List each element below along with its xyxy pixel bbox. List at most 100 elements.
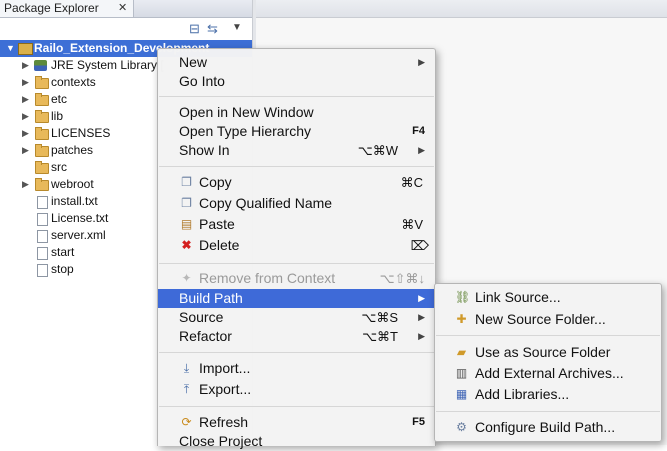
- menu-item-build-path[interactable]: Build Path ▶: [158, 289, 435, 308]
- menu-item-label: Refactor: [179, 328, 232, 344]
- collapse-all-icon[interactable]: ⊟: [189, 21, 200, 37]
- menu-item-label: Add Libraries...: [475, 386, 570, 402]
- menu-item-export[interactable]: ⤒ Export...: [158, 380, 435, 399]
- file-icon: [37, 247, 48, 260]
- tab-package-explorer[interactable]: Package Explorer ✕: [0, 0, 134, 17]
- twisty-collapsed-icon[interactable]: ▶: [22, 57, 29, 74]
- folder-icon: [35, 178, 49, 191]
- build-path-submenu: ⛓ Link Source... ✚ New Source Folder... …: [434, 283, 662, 442]
- menu-item-delete[interactable]: ✖ Delete ⌦: [158, 236, 435, 255]
- new-source-folder-icon: ✚: [456, 312, 467, 326]
- submenu-arrow-icon: ▶: [418, 312, 425, 322]
- editor-tab-bar: [256, 0, 667, 18]
- menu-item-label: New Source Folder...: [475, 311, 606, 327]
- menu-item-new-source-folder[interactable]: ✚ New Source Folder...: [435, 310, 661, 329]
- paste-icon: ▤: [180, 217, 193, 231]
- menu-item-label: Copy: [199, 174, 232, 190]
- menu-separator: [436, 411, 660, 412]
- copy-qualified-icon: ❐: [181, 196, 192, 210]
- twisty-collapsed-icon[interactable]: ▶: [22, 142, 29, 159]
- menu-separator: [436, 335, 660, 336]
- context-menu: New ▶ Go Into Open in New Window Open Ty…: [157, 48, 436, 449]
- tree-item-label: contexts: [51, 75, 96, 89]
- menu-item-copy-qualified-name[interactable]: ❐ Copy Qualified Name: [158, 194, 435, 213]
- menu-item-label: Import...: [199, 360, 251, 376]
- delete-icon: ✖: [181, 238, 192, 252]
- menu-item-add-external-archives[interactable]: ▥ Add External Archives...: [435, 364, 661, 383]
- tree-item-label: LICENSES: [51, 126, 111, 140]
- file-icon: [37, 264, 48, 277]
- menu-shortcut: ⌥⌘S: [361, 310, 398, 325]
- menu-item-label: Source: [179, 309, 224, 325]
- submenu-arrow-icon: ▶: [418, 331, 425, 341]
- menu-item-link-source[interactable]: ⛓ Link Source...: [435, 288, 661, 307]
- menu-shortcut: ⌦: [410, 238, 429, 253]
- menu-item-label: Use as Source Folder: [475, 344, 611, 360]
- twisty-collapsed-icon[interactable]: ▶: [22, 125, 29, 142]
- copy-icon: ❐: [181, 175, 192, 189]
- menu-item-use-as-source-folder[interactable]: ▰ Use as Source Folder: [435, 343, 661, 362]
- folder-icon: [35, 127, 49, 140]
- twisty-collapsed-icon[interactable]: ▶: [22, 74, 29, 91]
- close-icon[interactable]: ✕: [118, 0, 127, 17]
- export-icon: ⤒: [183, 382, 190, 396]
- menu-item-remove-from-context[interactable]: ✦ Remove from Context ⌥⇧⌘↓: [158, 269, 435, 288]
- view-menu-icon[interactable]: ▼: [232, 22, 242, 33]
- menu-item-open-in-new-window[interactable]: Open in New Window: [158, 103, 435, 122]
- menu-item-label: Delete: [199, 237, 240, 253]
- tree-item-label: License.txt: [51, 211, 109, 225]
- submenu-arrow-icon: ▶: [418, 57, 425, 67]
- import-icon: ⤓: [183, 361, 190, 375]
- menu-item-close-project[interactable]: Close Project: [158, 432, 435, 451]
- remove-context-icon: ✦: [181, 271, 192, 285]
- refresh-icon: ⟳: [181, 415, 192, 429]
- menu-item-refresh[interactable]: ⟳ Refresh F5: [158, 413, 435, 432]
- menu-item-label: Close Project: [179, 433, 263, 449]
- menu-item-label: Export...: [199, 381, 252, 397]
- twisty-collapsed-icon[interactable]: ▶: [22, 108, 29, 125]
- twisty-expanded-icon[interactable]: ▼: [6, 40, 15, 57]
- tree-item-label: start: [51, 245, 75, 259]
- menu-item-new[interactable]: New ▶: [158, 53, 435, 72]
- menu-item-open-type-hierarchy[interactable]: Open Type Hierarchy F4: [158, 122, 435, 141]
- menu-item-go-into[interactable]: Go Into: [158, 72, 435, 91]
- menu-item-label: Configure Build Path...: [475, 419, 616, 435]
- tree-item-label: server.xml: [51, 228, 106, 242]
- menu-separator: [159, 263, 434, 264]
- menu-shortcut: ⌥⇧⌘↓: [379, 271, 425, 286]
- use-source-folder-icon: ▰: [456, 345, 467, 359]
- menu-item-label: Paste: [199, 216, 235, 232]
- add-libraries-icon: ▦: [455, 387, 468, 401]
- folder-icon: [35, 144, 49, 157]
- tree-item-label: webroot: [51, 177, 94, 191]
- menu-item-label: New: [179, 54, 208, 70]
- menu-separator: [159, 406, 434, 407]
- link-source-icon: ⛓: [455, 290, 471, 304]
- folder-icon: [35, 110, 49, 123]
- menu-item-refactor[interactable]: Refactor ⌥⌘T ▶: [158, 327, 435, 346]
- menu-shortcut: ⌘C: [400, 175, 423, 190]
- twisty-collapsed-icon[interactable]: ▶: [22, 91, 29, 108]
- tree-item-label: etc: [51, 92, 68, 106]
- menu-shortcut: ⌥⌘W: [357, 143, 398, 158]
- tree-item-label: install.txt: [51, 194, 98, 208]
- link-with-editor-icon[interactable]: ⇆: [207, 21, 218, 37]
- menu-item-label: Refresh: [199, 414, 249, 430]
- external-archive-icon: ▥: [455, 366, 468, 380]
- configure-build-path-icon: ⚙: [456, 420, 467, 434]
- folder-icon: [35, 161, 49, 174]
- menu-item-paste[interactable]: ▤ Paste ⌘V: [158, 215, 435, 234]
- menu-item-show-in[interactable]: Show In ⌥⌘W ▶: [158, 141, 435, 160]
- menu-item-label: Show In: [179, 142, 230, 158]
- twisty-collapsed-icon[interactable]: ▶: [22, 176, 29, 193]
- file-icon: [37, 213, 48, 226]
- tree-item-label: patches: [51, 143, 94, 157]
- tree-item-label: lib: [51, 109, 64, 123]
- menu-item-add-libraries[interactable]: ▦ Add Libraries...: [435, 385, 661, 404]
- menu-item-copy[interactable]: ❐ Copy ⌘C: [158, 173, 435, 192]
- menu-item-configure-build-path[interactable]: ⚙ Configure Build Path...: [435, 418, 661, 437]
- menu-item-source[interactable]: Source ⌥⌘S ▶: [158, 308, 435, 327]
- menu-separator: [159, 352, 434, 353]
- folder-icon: [35, 93, 49, 106]
- menu-item-import[interactable]: ⤓ Import...: [158, 359, 435, 378]
